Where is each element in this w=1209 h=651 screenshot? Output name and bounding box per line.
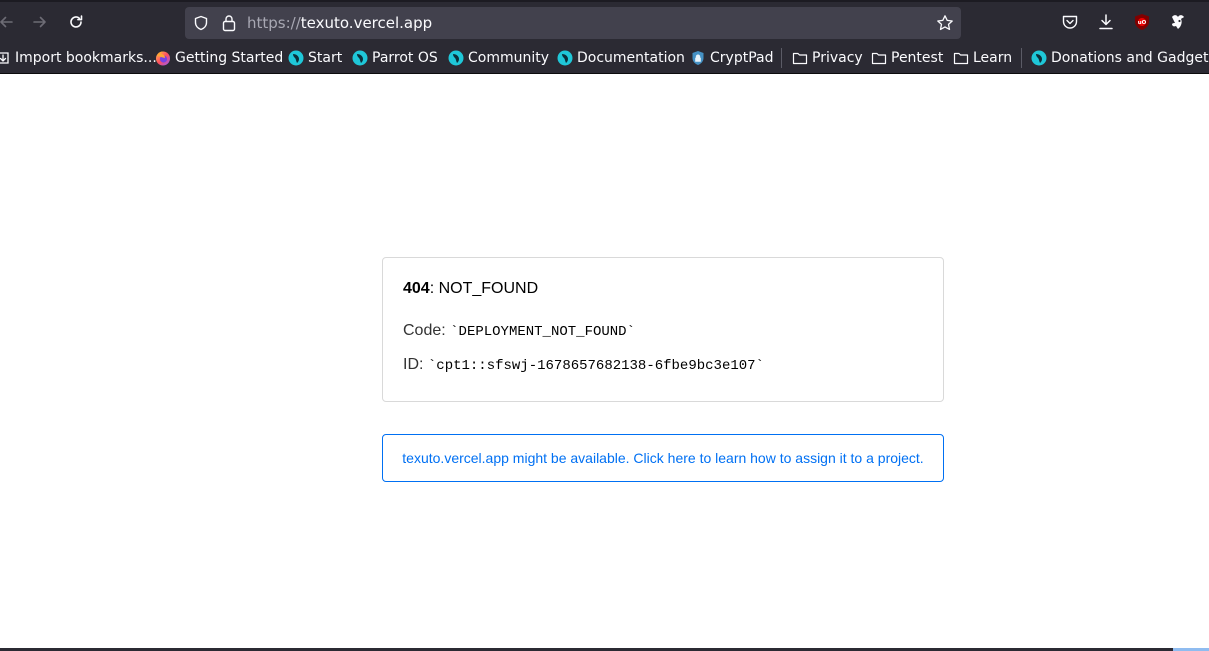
downloads-button[interactable] (1096, 12, 1116, 32)
url-scheme: https:// (247, 14, 301, 32)
folder-icon (792, 52, 808, 65)
url-host: texuto.vercel.app (300, 14, 433, 32)
error-id-label: ID: (403, 356, 428, 373)
bookmark-label: Privacy (812, 50, 863, 66)
back-arrow-icon (0, 16, 13, 28)
folder-icon (953, 52, 969, 65)
bookmarks-toolbar: Import bookmarks... Getting Started Star… (0, 42, 1209, 74)
parrot-icon (557, 50, 573, 66)
extension-button[interactable] (1168, 12, 1188, 32)
forward-button[interactable] (26, 8, 54, 36)
bookmark-label: Import bookmarks... (15, 50, 157, 66)
bookmark-getting-started[interactable]: Getting Started (155, 42, 283, 74)
bookmark-label: CryptPad (710, 50, 774, 66)
bookmark-label: Documentation (577, 50, 685, 66)
bookmark-documentation[interactable]: Documentation (557, 42, 685, 74)
error-status-text: : NOT_FOUND (429, 280, 539, 297)
error-code-label: Code: (403, 322, 451, 339)
error-code-line: Code: `DEPLOYMENT_NOT_FOUND` (403, 322, 635, 340)
cryptpad-icon (692, 51, 704, 65)
url-text[interactable]: https://texuto.vercel.app (247, 14, 432, 32)
bookmark-import[interactable]: Import bookmarks... (0, 42, 157, 74)
bookmark-community[interactable]: Community (448, 42, 549, 74)
download-icon (1099, 14, 1113, 30)
firefox-icon (156, 51, 170, 66)
bookmark-folder-pentest[interactable]: Pentest (871, 42, 943, 74)
error-title: 404: NOT_FOUND (403, 280, 538, 298)
bookmark-folder-privacy[interactable]: Privacy (792, 42, 863, 74)
error-code-value: `DEPLOYMENT_NOT_FOUND` (450, 324, 635, 340)
lock-icon[interactable] (221, 14, 237, 32)
bookmark-star-icon[interactable] (936, 14, 954, 32)
bookmark-label: Community (468, 50, 550, 66)
pocket-icon (1062, 15, 1078, 29)
ublock-origin-icon: uO (1135, 14, 1149, 30)
bookmark-separator (781, 48, 782, 68)
bookmark-donations[interactable]: Donations and Gadgets (1031, 42, 1209, 74)
pocket-button[interactable] (1060, 12, 1080, 32)
bookmark-label: Donations and Gadgets (1051, 50, 1209, 66)
svg-text:uO: uO (1138, 20, 1147, 26)
import-icon (0, 52, 9, 64)
browser-toolbar: https://texuto.vercel.app uO (0, 0, 1209, 42)
error-card: 404: NOT_FOUND Code: `DEPLOYMENT_NOT_FOU… (382, 257, 944, 402)
bookmark-folder-learn[interactable]: Learn (953, 42, 1012, 74)
forward-arrow-icon (33, 16, 46, 28)
parrot-icon (352, 50, 368, 66)
url-bar[interactable]: https://texuto.vercel.app (185, 7, 961, 39)
gnu-extension-icon (1172, 15, 1184, 29)
back-button[interactable] (0, 8, 20, 36)
assign-domain-link[interactable]: texuto.vercel.app might be available. Cl… (382, 434, 944, 482)
bookmark-cryptpad[interactable]: CryptPad (690, 42, 773, 74)
bookmark-label: Pentest (891, 50, 944, 66)
reload-icon (70, 15, 83, 28)
reload-button[interactable] (62, 8, 90, 36)
bookmark-label: Getting Started (175, 50, 284, 66)
folder-icon (871, 52, 887, 65)
bookmark-label: Learn (973, 50, 1013, 66)
error-id-line: ID: `cpt1::sfswj-1678657682138-6fbe9bc3e… (403, 356, 764, 374)
bookmark-separator (1021, 48, 1022, 68)
bookmark-label: Parrot OS (372, 50, 438, 66)
parrot-icon (1031, 50, 1047, 66)
parrot-icon (448, 50, 464, 66)
bookmark-label: Start (308, 50, 343, 66)
tracking-protection-shield-icon[interactable] (193, 15, 209, 31)
bookmark-start[interactable]: Start (288, 42, 342, 74)
bookmark-parrot-os[interactable]: Parrot OS (352, 42, 438, 74)
ublock-origin-button[interactable]: uO (1132, 12, 1152, 32)
error-status-code: 404 (403, 280, 430, 297)
error-id-value: `cpt1::sfswj-1678657682138-6fbe9bc3e107` (427, 358, 764, 374)
parrot-icon (288, 50, 304, 66)
